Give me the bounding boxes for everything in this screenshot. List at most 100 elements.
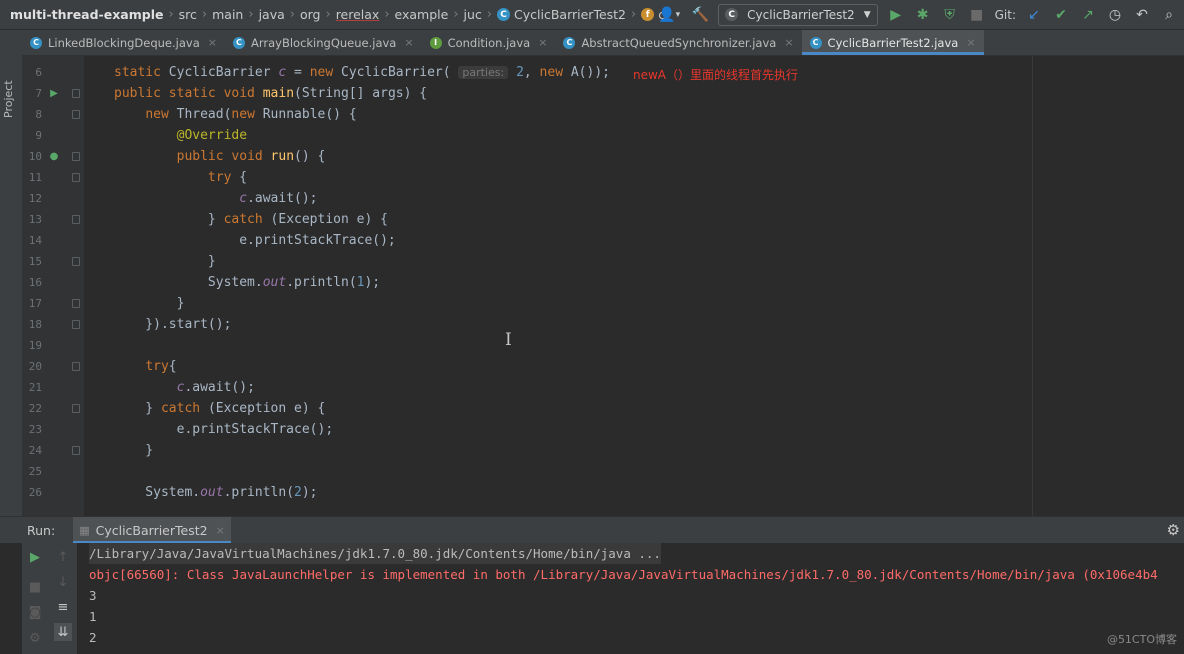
fold-marker[interactable]	[72, 215, 80, 224]
breadcrumb-label: multi-thread-example	[10, 7, 164, 22]
fold-marker[interactable]	[72, 404, 80, 413]
editor-tab-bar: C LinkedBlockingDeque.java × C ArrayBloc…	[22, 30, 1184, 56]
run-console[interactable]: /Library/Java/JavaVirtualMachines/jdk1.7…	[78, 543, 1184, 654]
code-text: c.await();	[176, 380, 255, 395]
chevron-right-icon: ›	[631, 7, 637, 22]
tab-arrayblockingqueue[interactable]: C ArrayBlockingQueue.java ×	[225, 30, 422, 55]
line-number: 20	[28, 360, 42, 373]
chevron-right-icon: ›	[384, 7, 390, 22]
breadcrumb-example[interactable]: › example	[379, 7, 448, 22]
rerun-icon[interactable]: ▶	[26, 548, 44, 566]
line-number: 26	[28, 486, 42, 499]
git-push-icon[interactable]: ↗	[1079, 6, 1097, 24]
fold-marker[interactable]	[72, 299, 80, 308]
stop-icon[interactable]: ■	[968, 6, 986, 24]
project-tool-window-strip[interactable]: Project	[0, 30, 23, 516]
fold-marker[interactable]	[72, 362, 80, 371]
stop-icon[interactable]: ■	[26, 578, 44, 596]
code-text: public void run() {	[176, 149, 326, 164]
search-icon[interactable]: ⌕	[1160, 6, 1178, 24]
line-number: 15	[28, 255, 42, 268]
run-icon[interactable]: ▶	[887, 6, 905, 24]
line-number: 19	[28, 339, 42, 352]
camera-icon[interactable]: ◙	[26, 603, 44, 621]
code-line: 25	[22, 461, 1184, 482]
soft-wrap-icon[interactable]: ≡	[54, 598, 72, 616]
line-number: 16	[28, 276, 42, 289]
chevron-right-icon: ›	[325, 7, 331, 22]
chevron-right-icon: ›	[168, 7, 174, 22]
code-text: e.printStackTrace();	[114, 422, 334, 437]
parameter-hint: parties:	[458, 66, 509, 79]
user-icon[interactable]: 👤 ▾	[656, 6, 682, 24]
coverage-icon[interactable]: ⛨	[941, 6, 959, 24]
tab-linkedblockingdeque[interactable]: C LinkedBlockingDeque.java ×	[22, 30, 225, 55]
code-text: public static void main(String[] args) {	[114, 86, 428, 101]
run-configuration-select[interactable]: C CyclicBarrierTest2 ▼	[718, 3, 878, 26]
breadcrumb-src[interactable]: › src	[163, 7, 196, 22]
build-hammer-icon[interactable]: 🔨	[691, 6, 709, 24]
scroll-to-end-icon[interactable]: ⇊	[54, 623, 72, 641]
line-number: 9	[35, 129, 42, 142]
project-tool-label[interactable]: Project	[2, 80, 15, 118]
chevron-down-icon: ▼	[863, 9, 871, 20]
breadcrumb-rerelax[interactable]: › rerelax	[320, 7, 379, 22]
line-number: 21	[28, 381, 42, 394]
scroll-down-icon[interactable]: ↓	[54, 573, 72, 591]
chevron-right-icon: ›	[289, 7, 295, 22]
code-line: 26 System.out.println(2);	[22, 482, 1184, 503]
breadcrumb-org[interactable]: › org	[285, 7, 321, 22]
close-icon[interactable]: ×	[216, 524, 225, 537]
fold-marker[interactable]	[72, 89, 80, 98]
class-icon: C	[232, 36, 245, 49]
tab-cyclicbarriertest2[interactable]: C CyclicBarrierTest2.java ×	[801, 30, 984, 55]
code-line: 19	[22, 335, 1184, 356]
fold-marker[interactable]	[72, 257, 80, 266]
debug-icon[interactable]: ✱	[914, 6, 932, 24]
fold-marker[interactable]	[72, 320, 80, 329]
code-text: static CyclicBarrier c = new CyclicBarri…	[114, 65, 610, 80]
breadcrumb-project[interactable]: multi-thread-example	[10, 7, 163, 22]
close-icon[interactable]: ×	[404, 36, 413, 49]
code-text: }	[114, 254, 216, 269]
fold-marker[interactable]	[72, 152, 80, 161]
class-icon: C	[30, 36, 42, 49]
run-gutter-icon[interactable]: ▶	[48, 88, 60, 100]
breadcrumb-class[interactable]: › C CyclicBarrierTest2	[482, 7, 626, 22]
breadcrumb-label: src	[178, 7, 197, 22]
fold-marker[interactable]	[72, 110, 80, 119]
override-method-icon[interactable]: ●	[48, 151, 60, 163]
code-editor[interactable]: 6 static CyclicBarrier c = new CyclicBar…	[22, 56, 1184, 516]
line-number: 6	[35, 66, 42, 79]
text-cursor-icon: I	[505, 330, 512, 350]
gear-icon[interactable]: ⚙	[1167, 521, 1180, 539]
close-icon[interactable]: ×	[966, 36, 975, 49]
breadcrumb-main[interactable]: › main	[197, 7, 243, 22]
code-text: try{	[145, 359, 177, 374]
code-line: 13 } catch (Exception e) {	[22, 209, 1184, 230]
rollback-icon[interactable]: ↶	[1133, 6, 1151, 24]
line-number: 14	[28, 234, 42, 247]
tab-label: AbstractQueuedSynchronizer.java	[581, 35, 777, 50]
close-icon[interactable]: ×	[208, 36, 217, 49]
git-update-icon[interactable]: ↙	[1025, 6, 1043, 24]
annotation-note: newA（）里面的线程首先执行	[633, 68, 799, 82]
scroll-up-icon[interactable]: ↑	[54, 548, 72, 566]
breadcrumb-juc[interactable]: › juc	[448, 7, 481, 22]
git-commit-icon[interactable]: ✔	[1052, 6, 1070, 24]
run-tab-cyclicbarriertest2[interactable]: ▦ CyclicBarrierTest2 ×	[73, 517, 231, 543]
tab-condition[interactable]: I Condition.java ×	[422, 30, 556, 55]
tab-abstractqueuedsynchronizer[interactable]: C AbstractQueuedSynchronizer.java ×	[555, 30, 801, 55]
code-text: try {	[207, 170, 248, 185]
line-number: 17	[28, 297, 42, 310]
close-icon[interactable]: ×	[784, 36, 793, 49]
breadcrumb-java[interactable]: › java	[243, 7, 284, 22]
history-icon[interactable]: ◷	[1106, 6, 1124, 24]
close-icon[interactable]: ×	[538, 36, 547, 49]
fold-marker[interactable]	[72, 446, 80, 455]
interface-icon: I	[429, 36, 442, 49]
settings-icon[interactable]: ⚙	[26, 629, 44, 647]
fold-marker[interactable]	[72, 173, 80, 182]
code-line: 11 try {	[22, 167, 1184, 188]
class-icon: C	[563, 36, 576, 49]
